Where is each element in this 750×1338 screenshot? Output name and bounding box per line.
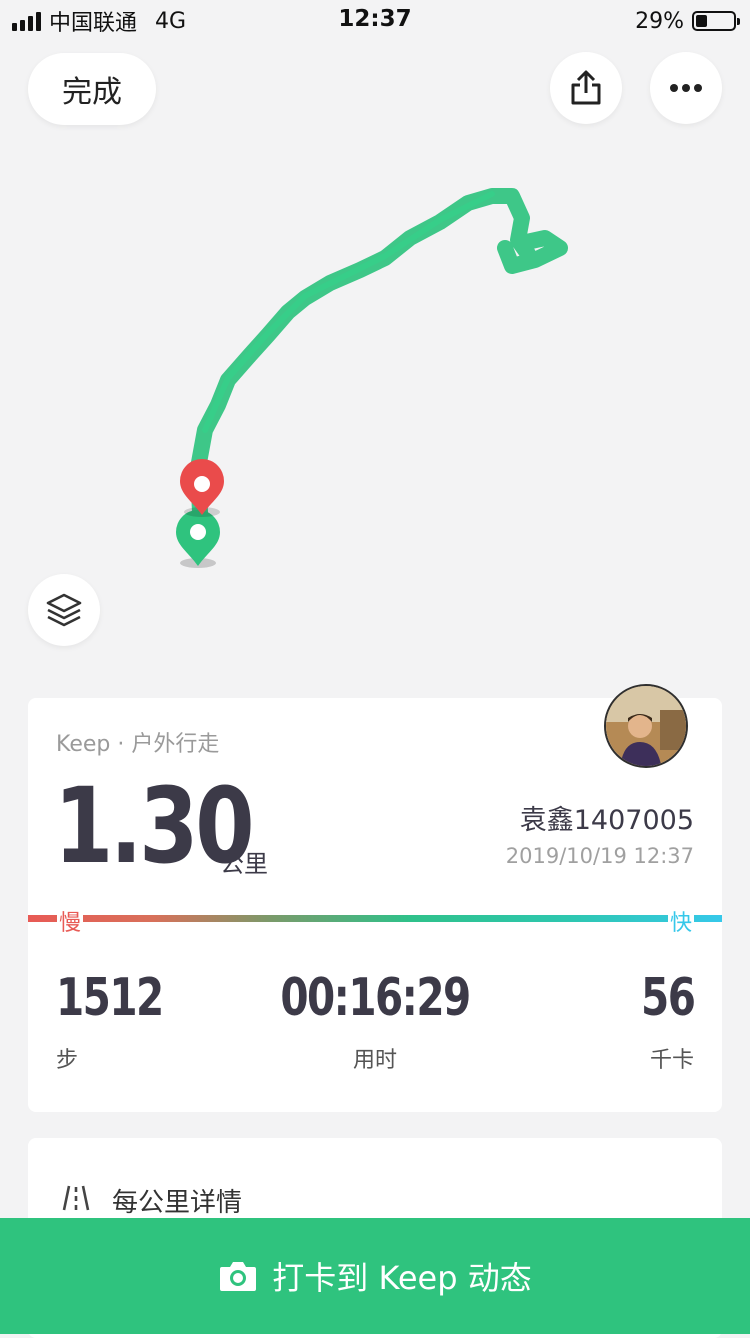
share-button[interactable] [550,52,622,124]
pace-fast-label: 快 [668,905,695,937]
calories-label: 千卡 [649,1048,694,1073]
duration-value: 00:16:29 [280,968,471,1028]
status-bar: 中国联通 4G 12:37 29% [0,0,750,42]
camera-icon [218,1259,258,1293]
distance-unit: 公里 [220,850,268,878]
share-icon [571,70,601,105]
route-map[interactable] [0,140,750,680]
check-in-label: 打卡到 Keep 动态 [272,1259,532,1297]
summary-card: Keep · 户外行走 1.30 公里 袁鑫1407005 2019/10/19… [28,698,722,1112]
activity-datetime: 2019/10/19 12:37 [505,844,694,868]
duration-label: 用时 [352,1048,397,1073]
layers-icon [46,593,82,627]
status-right: 29% [635,6,740,36]
more-button[interactable] [650,52,722,124]
route-lanes-icon [62,1185,90,1211]
map-layers-button[interactable] [28,574,100,646]
battery-percent: 29% [635,8,684,34]
calories-value: 56 [640,968,696,1028]
battery-icon [692,11,740,31]
avatar[interactable] [604,684,688,768]
start-marker-icon [176,510,220,568]
end-marker-icon [180,459,224,517]
done-button[interactable]: 完成 [28,53,156,125]
username[interactable]: 袁鑫1407005 [520,798,694,837]
activity-source: Keep · 户外行走 [56,732,220,757]
pace-gradient-bar [28,915,722,922]
pace-slow-label: 慢 [57,905,84,937]
more-icon [670,84,702,92]
check-in-button[interactable]: 打卡到 Keep 动态 [0,1218,750,1334]
per-km-detail-title: 每公里详情 [112,1188,243,1218]
